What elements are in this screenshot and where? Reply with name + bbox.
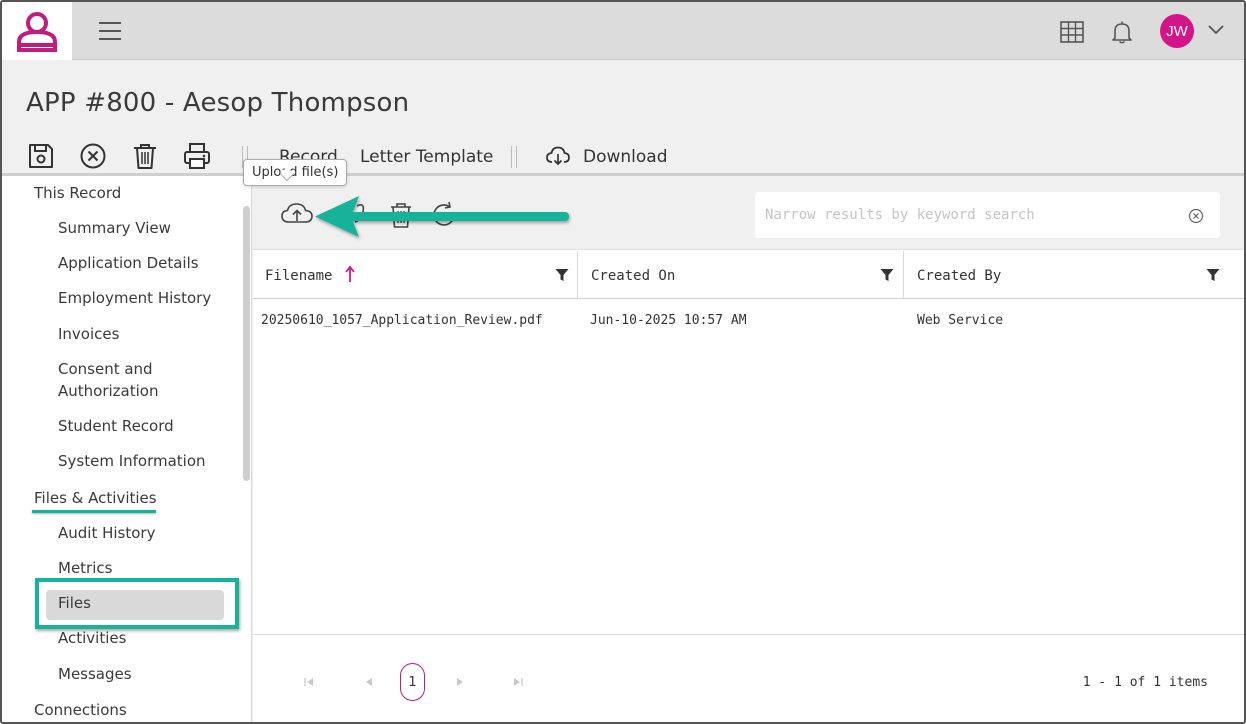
sort-ascending-icon[interactable]	[345, 265, 355, 283]
sidebar-section-files-activities[interactable]: Files & Activities	[34, 487, 157, 509]
refresh-icon[interactable]	[429, 200, 459, 230]
cell-filename[interactable]: 20250610_1057_Application_Review.pdf	[261, 313, 543, 328]
app-window: JW APP #800 - Aesop Thompson Record Lett…	[0, 0, 1246, 724]
search-input[interactable]	[755, 192, 1175, 238]
column-header-created-on[interactable]: Created On	[591, 268, 675, 284]
grid-icon[interactable]	[1059, 19, 1085, 45]
avatar[interactable]: JW	[1160, 14, 1194, 48]
download-button[interactable]: Download	[583, 147, 668, 167]
trash-icon[interactable]	[386, 200, 416, 230]
cell-created-on: Jun-10-2025 10:57 AM	[590, 313, 747, 328]
toolbar-separator	[511, 146, 517, 168]
column-filename: Filename	[253, 251, 578, 299]
filter-icon[interactable]	[555, 268, 569, 282]
annotation-underline	[32, 510, 156, 513]
column-header-filename[interactable]: Filename	[265, 268, 332, 284]
sidebar-item-audit-history[interactable]: Audit History	[58, 522, 155, 544]
sidebar-item-activities[interactable]: Activities	[58, 627, 126, 649]
upload-tooltip: Upload file(s)	[243, 159, 348, 186]
save-icon[interactable]	[27, 142, 55, 170]
pager: 1 1 - 1 of 1 items	[253, 634, 1244, 722]
files-panel: Upload file(s) Filename	[243, 159, 1244, 722]
sidebar-item-summary-view[interactable]: Summary View	[58, 217, 171, 239]
sidebar-item-employment-history[interactable]: Employment History	[58, 287, 211, 309]
pager-info: 1 - 1 of 1 items	[1082, 675, 1208, 690]
grid-header: Filename Created On Created By	[253, 251, 1244, 299]
sidebar-item-authorization[interactable]: Authorization	[58, 380, 158, 402]
upload-cloud-icon[interactable]	[280, 200, 314, 228]
cell-created-by: Web Service	[917, 313, 1004, 328]
sidebar-item-system-information[interactable]: System Information	[58, 450, 206, 472]
filter-icon[interactable]	[880, 268, 894, 282]
filter-icon[interactable]	[1206, 268, 1220, 282]
last-page-icon[interactable]	[511, 675, 525, 689]
user-lock-logo	[17, 12, 57, 52]
download-cloud-icon[interactable]	[545, 144, 571, 168]
cancel-icon[interactable]	[79, 142, 107, 170]
table-row[interactable]: 20250610_1057_Application_Review.pdf Jun…	[253, 300, 1244, 342]
sidebar-section-connections[interactable]: Connections	[34, 699, 127, 721]
annotation-highlight-box	[35, 578, 239, 629]
first-page-icon[interactable]	[302, 675, 316, 689]
column-created-on: Created On	[578, 251, 904, 299]
previous-page-icon[interactable]	[362, 675, 376, 689]
trash-icon[interactable]	[131, 142, 159, 170]
hamburger-icon[interactable]	[98, 20, 122, 42]
sidebar-scrollbar[interactable]	[243, 206, 250, 481]
next-page-icon[interactable]	[453, 675, 467, 689]
sidebar-item-metrics[interactable]: Metrics	[58, 557, 112, 579]
page-number-button[interactable]: 1	[400, 663, 425, 701]
record-toolbar: Record Letter Template Download	[2, 138, 1244, 174]
letter-template-menu[interactable]: Letter Template	[360, 147, 493, 167]
column-created-by: Created By	[904, 251, 1244, 299]
files-toolbar: Upload file(s)	[243, 159, 1244, 250]
bell-icon[interactable]	[1109, 19, 1135, 45]
top-bar: JW	[2, 2, 1244, 60]
sidebar-section-this-record[interactable]: This Record	[34, 182, 121, 204]
sidebar: This Record Summary View Application Det…	[2, 176, 252, 722]
clear-icon[interactable]	[1188, 208, 1204, 224]
sidebar-item-messages[interactable]: Messages	[58, 663, 132, 685]
search-box	[755, 192, 1220, 238]
upload-tooltip-text: Upload file(s)	[252, 165, 339, 180]
column-header-created-by[interactable]: Created By	[917, 268, 1001, 284]
page-title: APP #800 - Aesop Thompson	[26, 88, 410, 118]
edit-icon[interactable]	[351, 200, 381, 230]
print-icon[interactable]	[183, 142, 211, 170]
sidebar-item-consent[interactable]: Consent and	[58, 358, 153, 380]
sidebar-item-student-record[interactable]: Student Record	[58, 415, 174, 437]
chevron-down-icon[interactable]	[1207, 22, 1225, 36]
sidebar-item-invoices[interactable]: Invoices	[58, 323, 119, 345]
sidebar-item-application-details[interactable]: Application Details	[58, 252, 199, 274]
logo[interactable]	[2, 2, 72, 60]
